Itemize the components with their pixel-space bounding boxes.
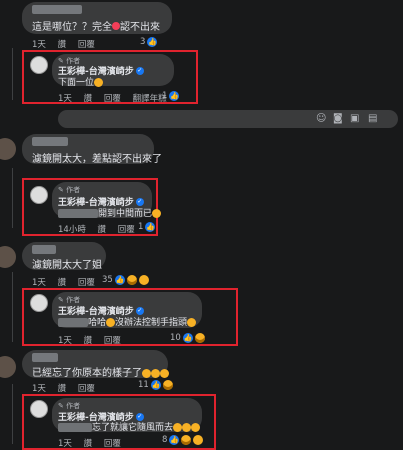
comment-meta: 1天 讚 回覆 <box>32 382 104 394</box>
like-link[interactable]: 讚 <box>84 336 93 346</box>
commenter-name[interactable] <box>32 245 56 254</box>
reaction-count[interactable]: 11 👍 <box>138 380 173 390</box>
like-reaction-icon: 👍 <box>169 91 180 101</box>
like-reaction-icon: 👍 <box>147 37 158 47</box>
thinking-emoji-icon <box>160 368 169 378</box>
thinking-emoji-icon <box>142 368 151 378</box>
comment-time[interactable]: 1天 <box>32 384 46 394</box>
reply-link[interactable]: 回覆 <box>104 336 121 346</box>
comment-meta: 1天 讚 回覆 <box>32 38 104 50</box>
reply-link[interactable]: 回覆 <box>118 225 135 235</box>
reply-time[interactable]: 1天 <box>58 94 72 104</box>
laugh-reaction-icon <box>162 380 173 390</box>
reaction-count[interactable]: 10 👍 <box>170 333 205 343</box>
like-link[interactable]: 讚 <box>84 94 93 104</box>
reply-time[interactable]: 14小時 <box>58 225 86 235</box>
reaction-count[interactable]: 3 👍 <box>140 37 158 47</box>
like-reaction-icon: 👍 <box>182 333 193 343</box>
reaction-count[interactable]: 8 👍 <box>162 435 204 445</box>
grin-emoji-icon <box>191 423 201 432</box>
like-link[interactable]: 讚 <box>84 439 93 449</box>
verified-icon: ✓ <box>135 197 144 206</box>
emoji-icon[interactable]: ☺ <box>316 113 326 124</box>
reply-link[interactable]: 回覆 <box>78 40 95 50</box>
heart-emoji-icon <box>112 22 120 30</box>
commenter-name[interactable] <box>32 137 68 146</box>
reply-meta: 1天 讚 回覆 <box>58 437 130 449</box>
like-reaction-icon: 👍 <box>145 222 156 232</box>
sticker-icon[interactable]: ▤ <box>368 113 377 124</box>
reaction-count[interactable]: 1 👍 <box>162 91 180 101</box>
comment-text: 這是哪位？？完全 認不出來 <box>32 22 160 33</box>
author-avatar[interactable] <box>30 186 48 204</box>
commenter-avatar[interactable] <box>0 246 16 268</box>
grin-emoji-icon <box>173 423 183 432</box>
reply-time[interactable]: 1天 <box>58 439 72 449</box>
reply-text: 開到中間而已 <box>58 206 162 219</box>
thread-line <box>12 272 13 342</box>
thread-line <box>12 48 13 100</box>
comment-text: 已經忘了你原本的樣子了 <box>32 364 169 379</box>
reply-link[interactable]: 回覆 <box>104 94 121 104</box>
author-avatar[interactable] <box>30 294 48 312</box>
comment-time[interactable]: 1天 <box>32 278 46 288</box>
reply-input-bar[interactable] <box>58 110 398 128</box>
reply-meta: 1天 讚 回覆 翻譯年糕 <box>58 92 176 104</box>
like-link[interactable]: 讚 <box>58 278 67 288</box>
thread-line <box>12 384 13 444</box>
reply-text: 下面一位 <box>58 75 104 88</box>
laugh-reaction-icon <box>181 435 192 445</box>
wow-reaction-icon <box>193 435 204 445</box>
like-link[interactable]: 讚 <box>58 384 67 394</box>
reaction-count[interactable]: 35 👍 <box>102 275 149 285</box>
grin-emoji-icon <box>182 423 192 432</box>
thinking-emoji-icon <box>151 368 160 378</box>
like-reaction-icon: 👍 <box>114 275 125 285</box>
like-reaction-icon: 👍 <box>150 380 161 390</box>
reply-link[interactable]: 回覆 <box>78 384 95 394</box>
reply-text: 哈哈 沒辦法控制手指頭 <box>58 315 197 328</box>
reaction-count[interactable]: 1 👍 <box>138 222 156 232</box>
comment-time[interactable]: 1天 <box>32 40 46 50</box>
comment-text: 濾鏡開太大，差點認不出來了 <box>32 154 162 165</box>
laugh-reaction-icon <box>126 275 137 285</box>
laugh-emoji-icon <box>94 78 104 87</box>
mention-blur[interactable] <box>58 318 88 327</box>
commenter-avatar[interactable] <box>0 356 16 378</box>
commenter-name[interactable] <box>32 353 58 362</box>
like-reaction-icon: 👍 <box>169 435 180 445</box>
care-reaction-icon <box>138 275 149 285</box>
mention-blur[interactable] <box>58 209 98 218</box>
thread-line <box>12 168 13 228</box>
laugh-reaction-icon <box>194 333 205 343</box>
reply-meta: 1天 讚 回覆 <box>58 334 130 346</box>
commenter-avatar[interactable] <box>0 138 16 160</box>
author-tag: ✎ 作者 <box>58 186 81 194</box>
reply-meta: 14小時 讚 回覆 <box>58 223 144 235</box>
camera-icon[interactable]: ◙ <box>333 113 343 124</box>
grin-emoji-icon <box>152 209 162 218</box>
verified-icon: ✓ <box>135 306 144 315</box>
verified-icon: ✓ <box>135 66 144 75</box>
reply-time[interactable]: 1天 <box>58 336 72 346</box>
commenter-name[interactable] <box>32 5 82 14</box>
reply-link[interactable]: 回覆 <box>104 439 121 449</box>
reply-text: 忘了就讓它隨風而去 <box>58 420 201 433</box>
reply-link[interactable]: 回覆 <box>78 278 95 288</box>
author-avatar[interactable] <box>30 400 48 418</box>
grin-emoji-icon <box>106 318 116 327</box>
laugh-emoji-icon <box>187 318 197 327</box>
mention-blur[interactable] <box>58 423 92 432</box>
comment-text: 濾鏡開太大了姐 <box>32 260 102 271</box>
author-avatar[interactable] <box>30 56 48 74</box>
like-link[interactable]: 讚 <box>58 40 67 50</box>
comment-meta: 1天 讚 回覆 <box>32 276 104 288</box>
gif-icon[interactable]: ▣ <box>350 113 359 124</box>
like-link[interactable]: 讚 <box>98 225 107 235</box>
